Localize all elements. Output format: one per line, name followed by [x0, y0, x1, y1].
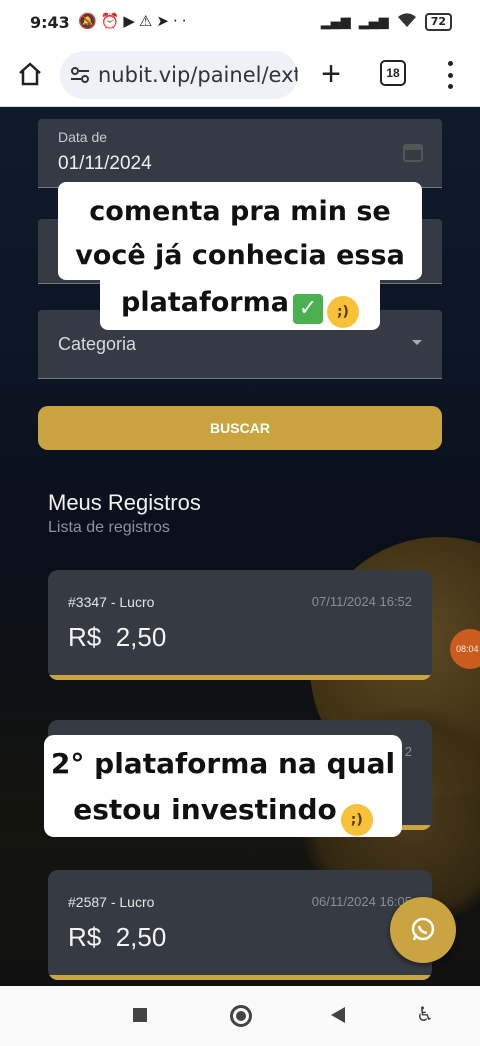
- caption-line: plataforma: [121, 287, 289, 318]
- record-id: #2587 - Lucro: [68, 894, 155, 910]
- card-accent-bar: [48, 975, 432, 980]
- calendar-icon[interactable]: [402, 141, 424, 163]
- search-button[interactable]: BUSCAR: [38, 406, 442, 450]
- currency-symbol: R$: [68, 622, 102, 652]
- system-icons: ▂▄▆ ▂▄▆ 72: [321, 12, 452, 32]
- menu-dot: [447, 61, 453, 66]
- menu-dot: [447, 84, 453, 89]
- section-subtitle: Lista de registros: [48, 519, 170, 536]
- battery-icon: 72: [424, 13, 452, 31]
- section-title: Meus Registros: [48, 490, 201, 515]
- home-button[interactable]: [14, 58, 46, 90]
- browser-toolbar: nubit.vip/painel/ext + 18: [0, 44, 480, 107]
- accessibility-icon[interactable]: ♿: [416, 1002, 434, 1026]
- wink-face-icon: ;): [340, 804, 373, 836]
- new-tab-button[interactable]: +: [316, 54, 346, 94]
- browser-menu-button[interactable]: [440, 58, 460, 92]
- site-settings-icon[interactable]: [70, 65, 90, 85]
- signal-icon: ▂▄▆: [320, 14, 351, 30]
- wink-face-icon: ;): [326, 296, 359, 328]
- youtube-icon: ▶: [123, 12, 139, 30]
- caption-top: comenta pra min se você já conhecia essa: [58, 182, 422, 280]
- record-date: 06/11/2024 16:05: [311, 894, 412, 909]
- currency-symbol: R$: [68, 922, 102, 952]
- whatsapp-button[interactable]: [390, 897, 456, 963]
- caption-top-last-line: plataforma ✓;): [100, 280, 380, 330]
- recent-apps-button[interactable]: [133, 1008, 147, 1022]
- tab-switcher-button[interactable]: 18: [380, 60, 406, 86]
- home-icon: [19, 62, 41, 86]
- record-date: 2: [404, 744, 412, 759]
- date-from-value: 01/11/2024: [58, 153, 152, 174]
- caption-line: estou investindo: [73, 793, 337, 826]
- whatsapp-icon: [411, 917, 435, 941]
- record-card[interactable]: #2587 - Lucro 06/11/2024 16:05 R$ 2,50: [48, 870, 432, 980]
- caption-line: 2° plataforma na qual: [50, 747, 396, 780]
- home-nav-button[interactable]: [230, 1005, 252, 1027]
- chevron-down-icon: [412, 340, 422, 345]
- amount-value: 2,50: [115, 922, 167, 952]
- wifi-icon: [397, 12, 417, 32]
- category-label: Categoria: [58, 334, 137, 354]
- warning-icon: ⚠: [138, 12, 157, 30]
- record-amount: R$ 2,50: [68, 922, 166, 953]
- caption-bottom: 2° plataforma na qual estou investindo;): [44, 735, 402, 837]
- menu-dot: [447, 72, 453, 78]
- system-navigation-bar: ♿: [0, 986, 480, 1046]
- record-amount: R$ 2,50: [68, 622, 166, 653]
- caption-line: você já conhecia essa: [75, 240, 405, 271]
- back-button[interactable]: [331, 1007, 345, 1023]
- clock-time: 9:43: [30, 13, 70, 32]
- notification-icons: 🔕⏰▶⚠➤··: [78, 12, 191, 30]
- location-arrow-icon: ➤: [156, 12, 173, 30]
- url-text: nubit.vip/painel/ext: [98, 63, 298, 87]
- amount-value: 2,50: [115, 622, 167, 652]
- date-from-field[interactable]: Data de 01/11/2024: [38, 119, 442, 188]
- muted-bell-icon: 🔕: [78, 12, 101, 30]
- record-card[interactable]: #3347 - Lucro 07/11/2024 16:52 R$ 2,50: [48, 570, 432, 680]
- card-accent-bar: [48, 675, 432, 680]
- date-from-label: Data de: [58, 129, 108, 145]
- caption-line: comenta pra min se: [89, 196, 391, 227]
- alarm-icon: ⏰: [100, 12, 124, 30]
- status-bar: 9:43 🔕⏰▶⚠➤·· ▂▄▆ ▂▄▆ 72: [0, 0, 480, 44]
- signal-icon-2: ▂▄▆: [358, 14, 389, 30]
- more-dots-icon: ··: [172, 12, 191, 30]
- record-id: #3347 - Lucro: [68, 594, 155, 610]
- address-bar[interactable]: nubit.vip/painel/ext: [60, 51, 298, 99]
- check-mark-icon: ✓: [292, 294, 323, 324]
- record-date: 07/11/2024 16:52: [311, 594, 412, 609]
